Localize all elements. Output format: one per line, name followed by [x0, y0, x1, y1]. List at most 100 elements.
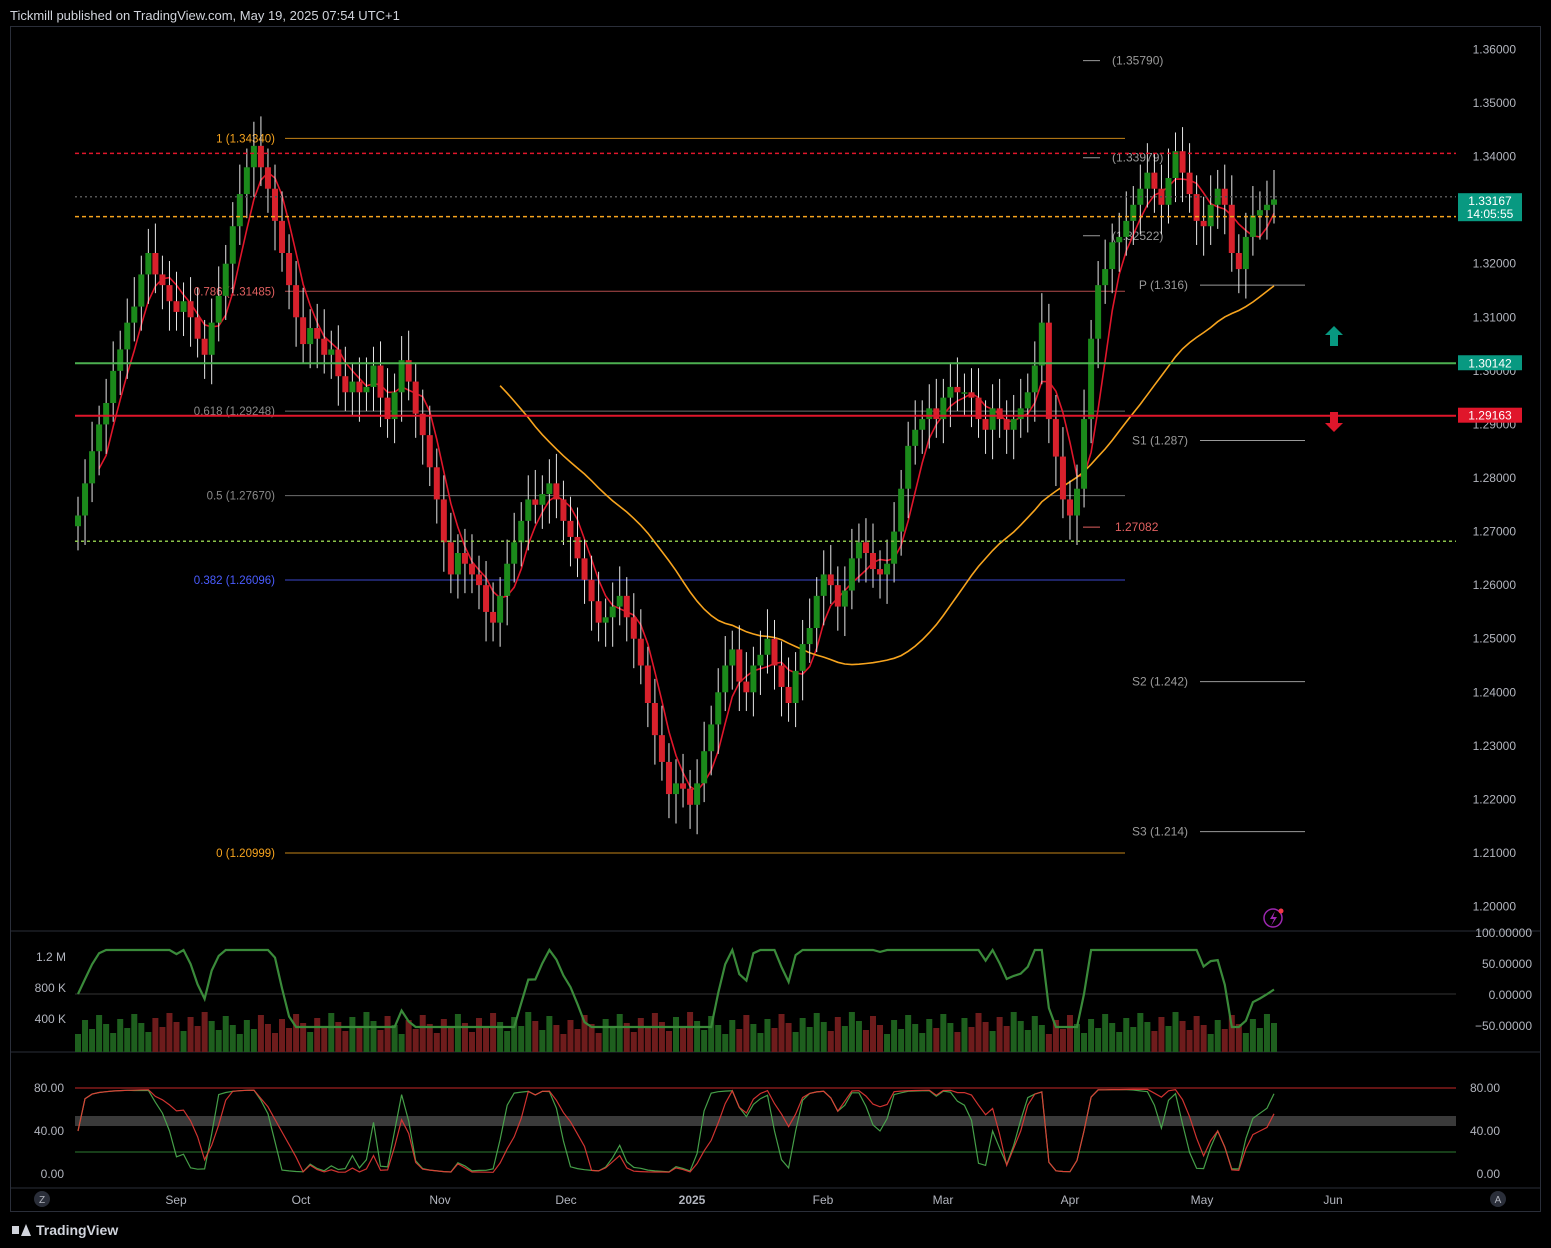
price-badge-label: 1.33167	[1468, 194, 1512, 208]
candle-body	[89, 451, 96, 484]
arrow-up-icon	[1325, 326, 1343, 346]
candle-body	[848, 558, 855, 591]
cci-line	[77, 946, 1275, 1029]
volume-bar	[117, 1019, 124, 1052]
volume-bar	[440, 1019, 447, 1052]
volume-bar	[588, 1024, 595, 1052]
chart-canvas[interactable]: 1 (1.34340)0.786 (1.31485)0.618 (1.29248…	[0, 0, 1551, 1248]
pivot-label: 1.27082	[1115, 520, 1159, 534]
candle-body	[891, 531, 898, 564]
volume-bar	[342, 1031, 349, 1052]
candle-body	[117, 349, 124, 371]
volume-bar	[131, 1014, 138, 1052]
volume-bar	[701, 1030, 708, 1052]
volume-bar	[1031, 1016, 1038, 1052]
candle-body	[701, 751, 708, 784]
volume-bar	[680, 1026, 687, 1052]
volume-bar	[933, 1028, 940, 1052]
volume-bar	[848, 1012, 855, 1052]
stoch-tick-left: 40.00	[34, 1124, 64, 1138]
volume-bar	[349, 1017, 356, 1052]
volume-bar	[630, 1032, 637, 1052]
candle-body	[588, 579, 595, 602]
candle-body	[138, 274, 145, 307]
volume-bar	[1256, 1028, 1263, 1052]
candle-body	[1242, 236, 1249, 270]
volume-bar	[792, 1032, 799, 1052]
candle-body	[1066, 499, 1073, 516]
candle-body	[476, 574, 483, 586]
volume-bar	[665, 1031, 672, 1052]
candle-body	[1144, 172, 1151, 189]
candle-body	[1186, 172, 1193, 195]
footer-brand[interactable]: TradingView	[12, 1222, 118, 1238]
candle-body	[898, 488, 905, 532]
volume-bar	[947, 1023, 954, 1052]
volume-bar	[236, 1034, 243, 1052]
candle-body	[602, 617, 609, 623]
candle-body	[293, 285, 300, 318]
price-badge-label: 1.29163	[1468, 409, 1512, 423]
candle-body	[124, 322, 131, 350]
volume-bar	[644, 1027, 651, 1052]
candle-body	[546, 483, 553, 495]
volume-bar	[391, 1025, 398, 1052]
cci-tick-label: −50.00000	[1475, 1019, 1532, 1033]
candle-body	[1228, 204, 1235, 253]
fib-level-label: 0.5 (1.27670)	[207, 491, 276, 503]
candle-body	[342, 376, 349, 393]
price-tick-label: 1.24000	[1473, 685, 1517, 699]
candle-body	[328, 349, 335, 355]
volume-bar	[919, 1033, 926, 1052]
volume-bar	[405, 1020, 412, 1052]
pivot-label: S3 (1.214)	[1132, 825, 1188, 839]
volume-bar	[504, 1031, 511, 1052]
volume-bar	[560, 1034, 567, 1052]
time-tick-label: Apr	[1061, 1193, 1080, 1207]
volume-bar	[532, 1021, 539, 1052]
volume-bar	[1158, 1017, 1165, 1052]
lightning-bolt	[1270, 911, 1277, 926]
brand-name: TradingView	[36, 1222, 119, 1238]
volume-bar	[426, 1024, 433, 1052]
candle-body	[736, 649, 743, 682]
grid-lines	[10, 930, 1541, 1189]
candle-body	[1200, 220, 1207, 227]
volume-bar	[877, 1025, 884, 1052]
time-tick-label: Dec	[555, 1193, 576, 1207]
candle-body	[1130, 204, 1137, 221]
volume-bar	[898, 1029, 905, 1052]
volume-bar	[546, 1016, 553, 1052]
price-tick-label: 1.32000	[1473, 257, 1517, 271]
time-tick-label: Sep	[165, 1193, 187, 1207]
candle-body	[349, 381, 356, 393]
volume-bar	[173, 1022, 180, 1052]
volume-tick-label: 1.2 M	[36, 950, 66, 964]
time-axis[interactable]: Sep Oct Nov Dec 2025 Feb Mar Apr May Jun Z A	[34, 1191, 1506, 1207]
candle-body	[1045, 322, 1052, 420]
candle-body	[1088, 338, 1095, 420]
candle-body	[1102, 269, 1109, 286]
volume-bar	[1137, 1013, 1144, 1052]
volume-bar	[1074, 1024, 1081, 1052]
volume-bar	[961, 1018, 968, 1052]
candle-body	[743, 681, 750, 693]
volume-bar	[412, 1029, 419, 1052]
candle-body	[722, 665, 729, 693]
volume-bar	[595, 1033, 602, 1052]
candle-body	[919, 419, 926, 430]
candle-body	[1256, 210, 1263, 216]
volume-bar	[602, 1019, 609, 1052]
candle-body	[567, 520, 574, 537]
candle-body	[426, 435, 433, 468]
price-axis[interactable]: 1.360001.350001.340001.330001.320001.310…	[1473, 42, 1517, 913]
candle-body	[862, 542, 869, 553]
candle-body	[757, 654, 764, 666]
time-tick-label: Mar	[933, 1193, 954, 1207]
candle-body	[553, 483, 560, 500]
volume-bar	[215, 1030, 222, 1052]
candle-body	[201, 338, 208, 355]
volume-bar	[103, 1024, 110, 1052]
volume-bar	[1116, 1032, 1123, 1052]
volume-bar	[356, 1026, 363, 1052]
